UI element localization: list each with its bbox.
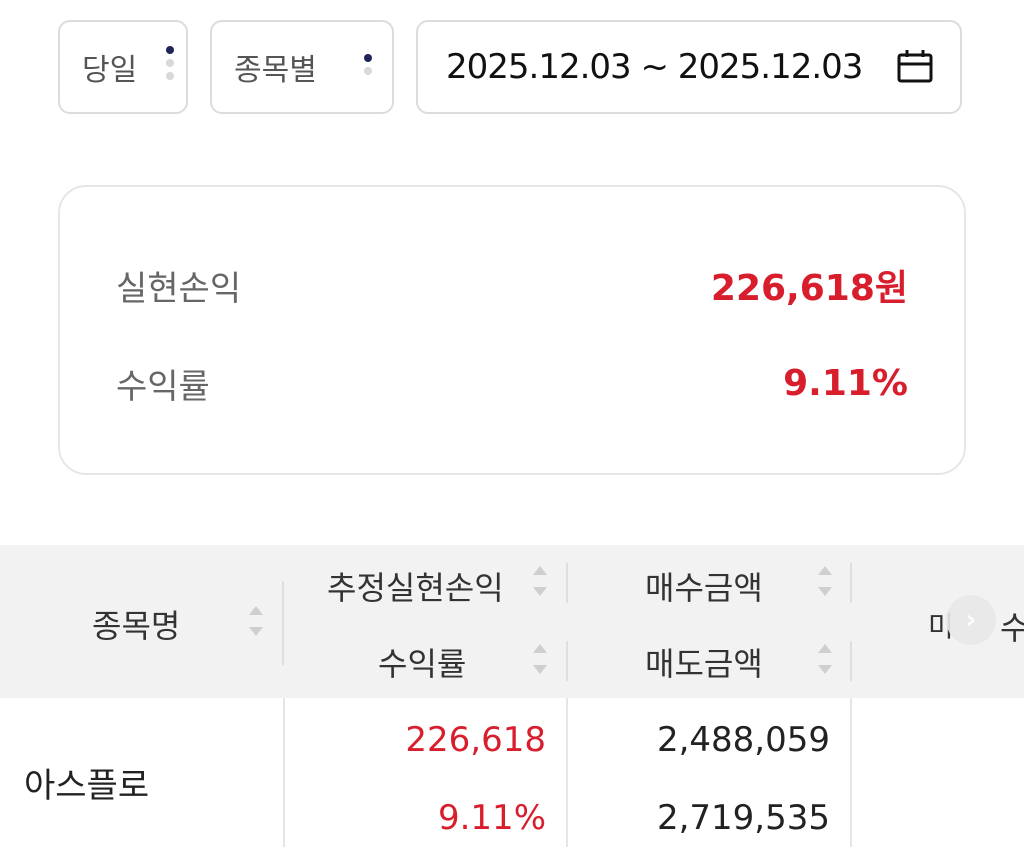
select-dots-icon	[166, 46, 174, 80]
realized-pnl-value: 226,618원	[710, 268, 908, 309]
header-sell-amount[interactable]: 매도금액	[645, 639, 763, 685]
date-range-picker[interactable]: 2025.12.03 ~ 2025.12.03	[416, 20, 962, 114]
scroll-right-button[interactable]: ›	[946, 595, 996, 645]
row-sell-amount: 2,719,535	[656, 798, 830, 838]
select-dots-icon	[364, 54, 372, 75]
pnl-table: 종목명 추정실현손익 수익률 매수금액 매도금액 미 수 › 아스플로 226,…	[0, 545, 1024, 847]
group-select-value: 종목별	[234, 53, 317, 88]
return-rate-label: 수익률	[116, 367, 210, 407]
return-rate-value: 9.11%	[783, 363, 908, 404]
group-select[interactable]: 종목별	[210, 20, 394, 114]
period-select[interactable]: 당일	[58, 20, 188, 114]
header-divider	[850, 641, 852, 681]
header-est-realized-pnl[interactable]: 추정실현손익	[327, 563, 504, 609]
sort-icon[interactable]	[533, 644, 547, 674]
row-buy-amount: 2,488,059	[656, 720, 830, 760]
table-header: 종목명 추정실현손익 수익률 매수금액 매도금액 미 수 ›	[0, 545, 1024, 698]
filter-bar: 당일 종목별 2025.12.03 ~ 2025.12.03	[58, 20, 962, 114]
row-return-rate: 9.11%	[437, 798, 546, 838]
header-divider	[566, 641, 568, 681]
header-divider	[566, 563, 568, 603]
table-row[interactable]: 아스플로 226,618 9.11% 2,488,059 2,719,535	[0, 698, 1024, 847]
sort-icon[interactable]	[818, 566, 832, 596]
sort-icon[interactable]	[533, 566, 547, 596]
column-divider	[850, 698, 852, 847]
header-clipped-column[interactable]: 수	[1000, 603, 1024, 649]
return-rate-row: 수익률 9.11%	[116, 359, 908, 408]
header-stock-name[interactable]: 종목명	[92, 601, 180, 647]
realized-pnl-label: 실현손익	[116, 268, 242, 309]
header-divider	[282, 581, 284, 665]
row-est-realized-pnl: 226,618	[405, 720, 546, 760]
header-return-rate[interactable]: 수익률	[378, 639, 466, 685]
summary-card: 실현손익 226,618원 수익률 9.11%	[58, 185, 966, 475]
sort-icon[interactable]	[818, 644, 832, 674]
sort-icon[interactable]	[249, 606, 263, 636]
calendar-icon[interactable]	[896, 49, 934, 85]
date-range-text: 2025.12.03 ~ 2025.12.03	[446, 47, 863, 87]
chevron-right-icon: ›	[965, 605, 977, 635]
header-buy-amount[interactable]: 매수금액	[645, 563, 763, 609]
period-select-value: 당일	[82, 53, 138, 88]
realized-pnl-row: 실현손익 226,618원	[116, 259, 908, 311]
column-divider	[566, 698, 568, 847]
row-stock-name[interactable]: 아스플로	[24, 758, 149, 807]
header-divider	[850, 563, 852, 603]
column-divider	[283, 698, 285, 847]
